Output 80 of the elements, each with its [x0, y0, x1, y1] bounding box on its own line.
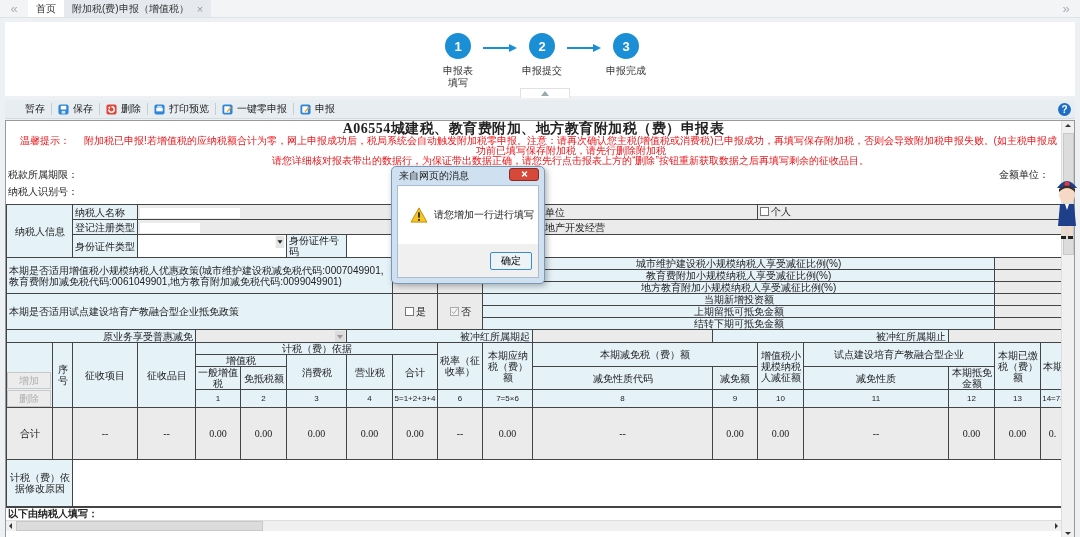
caret-icon: [541, 91, 549, 96]
close-button[interactable]: [509, 167, 539, 181]
checkbox[interactable]: [405, 306, 414, 316]
column-header: 税率（征收率）: [437, 342, 483, 390]
table-cell: --: [137, 407, 196, 460]
step-number: 3: [613, 33, 639, 59]
printer-icon: [154, 103, 165, 115]
arrow-icon: [567, 43, 601, 53]
table-cell: --: [532, 407, 713, 460]
column-header: 征收项目: [72, 342, 138, 408]
table-cell: 0.00: [712, 407, 758, 460]
question-text: 本期是否适用增值税小规模纳税人优惠政策(城市维护建设税减免税代码:0007049901,教育费附加减免税代码:0061049901,地方教育附加减免税代码:0099049901): [6, 257, 393, 294]
toolbar-button[interactable]: 申报: [294, 102, 341, 116]
column-header: 合计: [392, 354, 438, 390]
toolbar-button[interactable]: 打印预览: [148, 102, 215, 116]
table-cell: 0.00: [482, 407, 533, 460]
notice-label: 温馨提示：: [19, 136, 71, 148]
field-label: 纳税人名称: [72, 204, 138, 220]
table-cell: 0.00: [994, 407, 1041, 460]
row-label: 计税（费）依据修改原因: [6, 459, 73, 507]
step-label: 申报完成: [606, 65, 646, 77]
column-header: 消费税: [286, 354, 347, 390]
dialog-title: 来自网页的消息: [399, 169, 469, 183]
checkbox-label: 是: [416, 305, 426, 317]
tab[interactable]: 附加税(费)申报（增值税） ×: [64, 0, 212, 17]
edit-icon: [300, 103, 311, 115]
dialog-message: 请您增加一行进行填写: [434, 208, 534, 222]
table-cell: 0.00: [392, 407, 438, 460]
column-header: 征收品目: [137, 342, 196, 408]
row-label: 合计: [6, 407, 53, 460]
unit-label: 金额单位：: [999, 167, 1049, 182]
toolbar-button[interactable]: 一键零申报: [216, 102, 293, 116]
notice-text: 附加税已申报!若增值税的应纳税额合计为零，网上申报成功后，税局系统会自动触发附加税零申报。注意：请再次确认您主税(增值税或消费税)已申报成功，再填写保存附加税，否则会导致附加税申报失败。(如主税申报成功前已填写保存附加税，请先行删除附加税: [83, 136, 1058, 156]
column-header: 减免性质代码: [532, 366, 713, 390]
table-cell: --: [437, 407, 483, 460]
row-label: 纳税人信息: [6, 204, 73, 258]
dropdown-field[interactable]: [137, 234, 287, 258]
column-header: 增值税小规模纳税人减征额: [757, 342, 804, 390]
table-cell: 0.00: [757, 407, 804, 460]
checkbox-label: 个人: [771, 206, 791, 217]
period-label: 税款所属期限：: [8, 167, 78, 182]
column-header: 试点建设培育产教融合型企业: [803, 342, 995, 367]
table-cell: 0.00: [240, 407, 287, 460]
save-icon: [58, 103, 69, 115]
caret-icon: [335, 331, 345, 342]
help-button[interactable]: ?: [1058, 102, 1071, 116]
table-cell: 0.00: [948, 407, 995, 460]
table-cell: --: [803, 407, 949, 460]
warning-icon: [410, 207, 428, 223]
step-number: 2: [529, 33, 555, 59]
toolbar-button[interactable]: 删除: [100, 102, 147, 116]
question-text: 本期是否适用试点建设培育产教融合型企业抵免政策: [6, 293, 393, 330]
table-cell: 0.00: [346, 407, 393, 460]
ok-button[interactable]: 确定: [490, 251, 532, 270]
delete-icon: [106, 103, 117, 115]
step-label: 申报提交: [522, 65, 562, 77]
table-cell: --: [72, 407, 138, 460]
caret-icon: [275, 236, 285, 248]
arrow-icon: [483, 43, 517, 53]
table-cell: 0.00: [195, 407, 241, 460]
edit-icon: [222, 103, 233, 115]
step-number: 1: [445, 33, 471, 59]
step-label: 申报表填写: [442, 65, 474, 89]
column-header: 营业税: [346, 354, 393, 390]
form-title: A06554城建税、教育费附加、地方教育附加税（费）申报表: [342, 121, 725, 136]
close-icon: [519, 170, 529, 178]
toolbar-button[interactable]: 暂存: [19, 102, 51, 116]
taxpayer-id-label: 纳税人识别号：: [8, 184, 78, 199]
column-header: 减免性质: [803, 366, 949, 390]
toolbar-button[interactable]: 保存: [52, 102, 99, 116]
column-header: 本期已缴税（费）额: [994, 342, 1041, 390]
notice-text: 请您详细核对报表带出的数据行，为保证带出数据正确，请您先行点击报表上方的“删除”按钮重新获取数据之后再填写剩余的征收品目。: [271, 156, 870, 166]
table-cell: 0.00: [286, 407, 347, 460]
horizontal-scrollbar[interactable]: [6, 520, 1061, 531]
checkbox[interactable]: [450, 306, 459, 316]
tab[interactable]: 首页: [28, 0, 64, 17]
column-header: 本期减免税（费）额: [532, 342, 758, 367]
checkbox-label: 否: [461, 305, 471, 317]
column-header: 本期应纳税（费）额: [482, 342, 533, 390]
checkbox[interactable]: [760, 207, 769, 216]
